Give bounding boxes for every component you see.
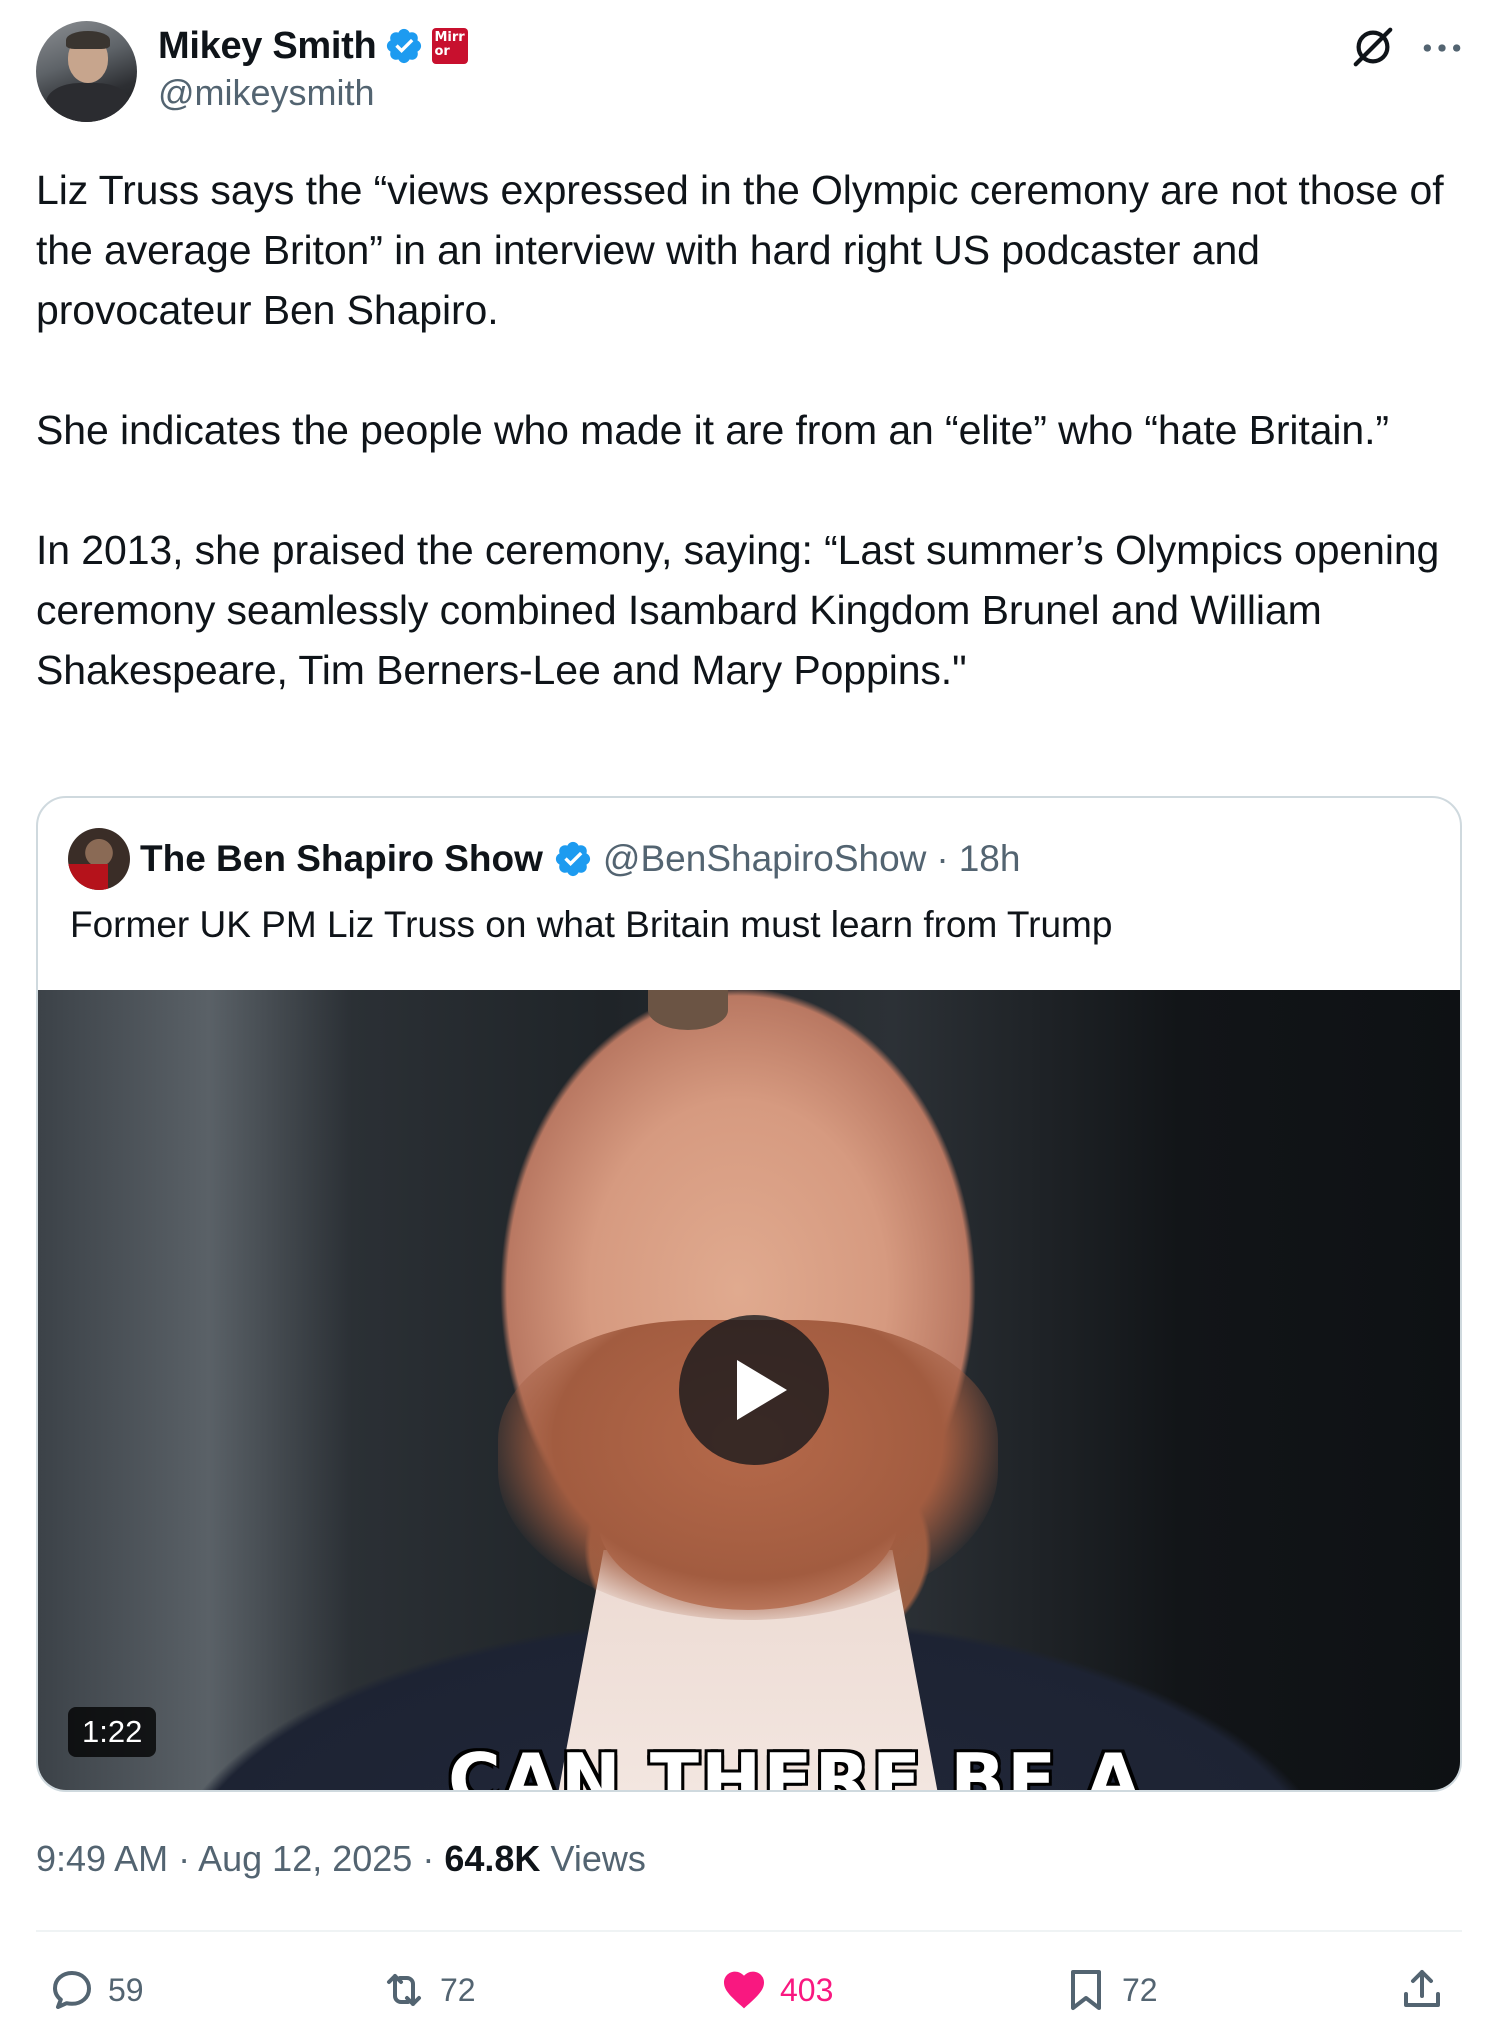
quoted-handle[interactable]: @BenShapiroShow <box>603 838 926 880</box>
like-count: 403 <box>780 1971 834 2008</box>
tweet: Mikey Smith Mirr or @mikeysmith Liz Truss… <box>0 0 1508 2030</box>
bookmark-button[interactable]: 72 <box>1062 1960 1158 2020</box>
divider <box>36 1930 1462 1932</box>
quoted-time[interactable]: 18h <box>959 838 1021 880</box>
meta-separator: · <box>422 1838 435 1879</box>
reply-icon <box>53 1971 91 2009</box>
quoted-text: Former UK PM Liz Truss on what Britain m… <box>70 904 1113 945</box>
reply-count: 59 <box>108 1971 144 2008</box>
quoted-avatar[interactable] <box>68 828 130 890</box>
verified-badge-icon[interactable] <box>384 26 424 66</box>
grok-icon[interactable] <box>1350 24 1396 70</box>
meta-separator: · <box>178 1838 191 1879</box>
video-player[interactable]: 1:22 CAN THERE BE A <box>38 990 1460 1792</box>
views-count: 64.8K <box>444 1838 541 1879</box>
quoted-separator: · <box>936 838 949 879</box>
tweet-date[interactable]: Aug 12, 2025 <box>198 1838 412 1879</box>
bookmark-icon <box>1071 1970 1101 2010</box>
author-display-name[interactable]: Mikey Smith <box>158 25 377 68</box>
share-button[interactable] <box>1398 1960 1446 2020</box>
affiliation-badge[interactable]: Mirr or <box>432 28 469 64</box>
video-caption: CAN THERE BE A <box>448 1738 1143 1792</box>
like-button[interactable]: 403 <box>720 1960 833 2020</box>
quoted-header: The Ben Shapiro Show @BenShapiroShow · 1… <box>140 826 1020 892</box>
more-icon[interactable] <box>1420 30 1464 66</box>
reply-button[interactable]: 59 <box>48 1960 144 2020</box>
verified-badge-icon <box>555 841 591 877</box>
share-icon <box>1404 1970 1440 2007</box>
video-duration: 1:22 <box>68 1707 157 1757</box>
heart-icon <box>724 1971 764 2009</box>
author-avatar[interactable] <box>36 21 137 122</box>
tweet-text: Liz Truss says the “views expressed in t… <box>36 167 1444 693</box>
quoted-tweet-card[interactable]: The Ben Shapiro Show @BenShapiroShow · 1… <box>36 796 1462 1792</box>
bookmark-count: 72 <box>1122 1971 1158 2008</box>
repost-icon <box>387 1974 421 2006</box>
tweet-time[interactable]: 9:49 AM <box>36 1838 168 1879</box>
author-name-row: Mikey Smith Mirr or <box>158 20 469 72</box>
quoted-display-name[interactable]: The Ben Shapiro Show <box>140 838 543 880</box>
views-label: Views <box>550 1838 646 1879</box>
repost-count: 72 <box>440 1971 476 2008</box>
play-icon[interactable] <box>679 1315 829 1465</box>
author-handle[interactable]: @mikeysmith <box>158 72 375 114</box>
repost-button[interactable]: 72 <box>380 1960 476 2020</box>
tweet-meta: 9:49 AM · Aug 12, 2025 · 64.8K Views <box>36 1838 646 1880</box>
